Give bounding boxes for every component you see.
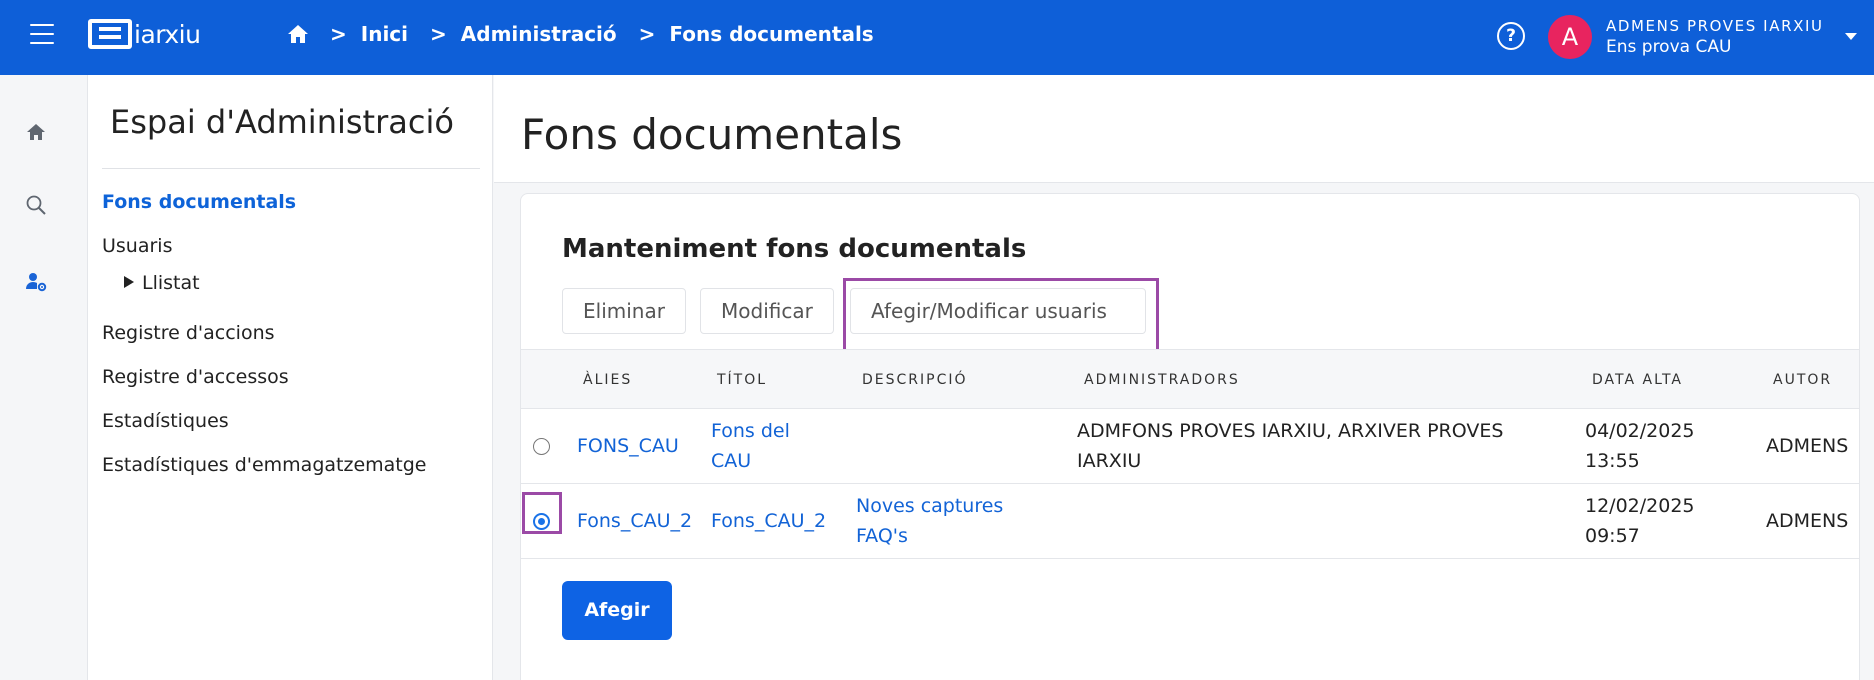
sidebar-item-estadistiques[interactable]: Estadístiques: [102, 410, 229, 432]
highlight-frame: [843, 278, 1159, 353]
page-header: Fons documentals: [494, 75, 1874, 183]
avatar[interactable]: A: [1548, 15, 1592, 59]
table-row[interactable]: FONS_CAU Fons del CAU ADMFONS PROVES IAR…: [521, 409, 1859, 484]
breadcrumb-separator: >: [330, 22, 347, 46]
add-button[interactable]: Afegir: [562, 581, 672, 640]
card-title: Manteniment fons documentals: [562, 234, 1027, 264]
sidebar-item-fons-documentals[interactable]: Fons documentals: [102, 191, 296, 213]
maintenance-card: Manteniment fons documentals Eliminar Mo…: [520, 193, 1860, 680]
sidebar-item-llistat[interactable]: Llistat: [124, 272, 200, 294]
menu-icon[interactable]: [30, 24, 54, 44]
cell-time: 13:55: [1585, 450, 1640, 472]
cell-alies[interactable]: Fons_CAU_2: [577, 506, 692, 536]
user-name[interactable]: ADMENS PROVES IARXIU: [1606, 17, 1824, 35]
cell-descripcio-line: Noves captures: [856, 495, 1004, 517]
highlight-frame: [522, 492, 562, 534]
cell-descripcio[interactable]: Noves captures FAQ's: [856, 491, 1003, 551]
modify-button[interactable]: Modificar: [700, 288, 834, 334]
cell-alies[interactable]: FONS_CAU: [577, 431, 679, 461]
delete-button[interactable]: Eliminar: [562, 288, 686, 334]
triangle-right-icon: [124, 276, 134, 288]
cell-administradors: ADMFONS PROVES IARXIU, ARXIVER PROVES IA…: [1077, 416, 1503, 476]
sidebar-item-label: Llistat: [142, 272, 200, 294]
app-logo[interactable]: iarxiu: [88, 18, 201, 50]
logo-mark-icon: [88, 19, 132, 49]
table-header: ÀLIES TÍTOL DESCRIPCIÓ ADMINISTRADORS DA…: [521, 349, 1859, 409]
breadcrumb-separator: >: [430, 22, 447, 46]
sidebar-item-estadistiques-emmagatzematge[interactable]: Estadístiques d'emmagatzematge: [102, 454, 427, 476]
cell-administradors-line: ADMFONS PROVES IARXIU, ARXIVER PROVES: [1077, 420, 1504, 442]
home-icon[interactable]: [24, 120, 48, 144]
top-bar: iarxiu > Inici > Administració > Fons do…: [0, 0, 1874, 75]
admin-sidebar: Espai d'Administració Fons documentals U…: [88, 75, 493, 680]
row-radio[interactable]: [533, 438, 550, 455]
sidebar-title: Espai d'Administració: [110, 103, 454, 141]
column-header-descripcio[interactable]: DESCRIPCIÓ: [862, 372, 968, 388]
sidebar-item-registre-accions[interactable]: Registre d'accions: [102, 322, 275, 344]
home-icon[interactable]: [286, 22, 310, 46]
table-row[interactable]: Fons_CAU_2 Fons_CAU_2 Noves captures FAQ…: [521, 484, 1859, 559]
breadcrumb-inici[interactable]: Inici: [361, 22, 408, 46]
chevron-down-icon[interactable]: [1845, 33, 1857, 40]
cell-titol-line: CAU: [711, 450, 752, 472]
cell-autor: ADMENS: [1766, 435, 1849, 457]
page-title: Fons documentals: [521, 110, 903, 159]
cell-titol-line: Fons del: [711, 420, 790, 442]
sidebar-item-usuaris[interactable]: Usuaris: [102, 235, 172, 257]
cell-administradors-line: IARXIU: [1077, 450, 1142, 472]
admin-user-icon[interactable]: [24, 270, 48, 294]
column-header-alies[interactable]: ÀLIES: [583, 372, 632, 388]
column-header-administradors[interactable]: ADMINISTRADORS: [1084, 372, 1240, 388]
sidebar-item-registre-accessos[interactable]: Registre d'accessos: [102, 366, 289, 388]
cell-date: 04/02/2025: [1585, 420, 1695, 442]
cell-titol[interactable]: Fons del CAU: [711, 416, 790, 476]
search-icon[interactable]: [24, 193, 48, 217]
column-header-titol[interactable]: TÍTOL: [717, 372, 767, 388]
user-organization[interactable]: Ens prova CAU: [1606, 37, 1731, 57]
cell-time: 09:57: [1585, 525, 1640, 547]
column-header-data-alta[interactable]: DATA ALTA: [1592, 372, 1683, 388]
cell-data-alta: 04/02/2025 13:55: [1585, 416, 1695, 476]
breadcrumb: > Inici > Administració > Fons documenta…: [286, 22, 896, 46]
column-header-autor[interactable]: AUTOR: [1773, 372, 1832, 388]
breadcrumb-fons-documentals: Fons documentals: [669, 22, 874, 46]
cell-titol[interactable]: Fons_CAU_2: [711, 506, 826, 536]
breadcrumb-separator: >: [638, 22, 656, 46]
cell-date: 12/02/2025: [1585, 495, 1695, 517]
cell-autor: ADMENS: [1766, 510, 1849, 532]
help-icon[interactable]: ?: [1497, 22, 1525, 50]
icon-rail: [0, 75, 88, 680]
divider: [102, 168, 480, 169]
cell-data-alta: 12/02/2025 09:57: [1585, 491, 1695, 551]
cell-descripcio-line: FAQ's: [856, 525, 908, 547]
breadcrumb-administracio[interactable]: Administració: [461, 22, 617, 46]
logo-text: iarxiu: [134, 19, 201, 49]
